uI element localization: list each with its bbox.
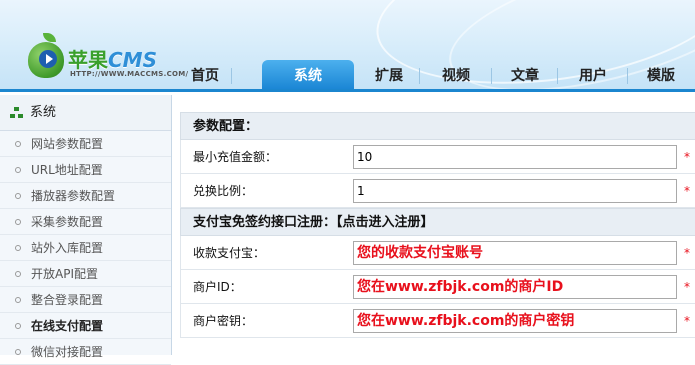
tab-user[interactable]: 用户 <box>558 60 628 89</box>
required-mark: * <box>684 280 690 294</box>
sidebar-item-label: 开放API配置 <box>31 267 98 281</box>
bullet-icon <box>15 167 21 173</box>
bullet-icon <box>15 193 21 199</box>
form-row-alipay-account: 收款支付宝： 您的收款支付宝账号 * <box>180 236 695 270</box>
sidebar-item-label: 播放器参数配置 <box>31 189 116 203</box>
required-mark: * <box>684 150 690 164</box>
sidebar-item-api[interactable]: 开放API配置 <box>0 261 171 287</box>
sidebar-item-label: 采集参数配置 <box>31 215 104 229</box>
merchant-id-input[interactable]: 您在www.zfbjk.com的商户ID <box>353 275 677 299</box>
bullet-icon <box>15 271 21 277</box>
section-title-params: 参数配置： <box>180 112 695 140</box>
form-row-exchange-ratio: 兑换比例： 1 * <box>180 174 695 208</box>
tab-extensions[interactable]: 扩展 <box>358 60 420 89</box>
merchant-key-input[interactable]: 您在www.zfbjk.com的商户密钥 <box>353 309 677 333</box>
bullet-icon <box>15 245 21 251</box>
min-recharge-input[interactable]: 10 <box>353 145 677 169</box>
form-row-min-recharge: 最小充值金额： 10 * <box>180 140 695 174</box>
logo-title: 苹果CMS <box>68 44 157 73</box>
logo[interactable]: 苹果CMS HTTP://WWW.MACCMS.COM/ <box>28 33 188 84</box>
bullet-icon <box>15 323 21 329</box>
form-row-merchant-id: 商户ID： 您在www.zfbjk.com的商户ID * <box>180 270 695 304</box>
tree-icon <box>10 107 24 119</box>
logo-text: 苹果 <box>68 48 108 72</box>
sidebar-item-label: 站外入库配置 <box>31 241 104 255</box>
sidebar-item-wechat[interactable]: 微信对接配置 <box>0 339 171 365</box>
header: 苹果CMS HTTP://WWW.MACCMS.COM/ 首页 系统 扩展 视频… <box>0 0 695 92</box>
sidebar-item-player[interactable]: 播放器参数配置 <box>0 183 171 209</box>
sidebar-header: 系统 <box>0 95 171 131</box>
bullet-icon <box>15 219 21 225</box>
required-mark: * <box>684 184 690 198</box>
required-mark: * <box>684 246 690 260</box>
sidebar-item-label: 网站参数配置 <box>31 137 104 151</box>
field-label: 收款支付宝： <box>193 246 266 260</box>
bullet-icon <box>15 141 21 147</box>
sidebar-item-label: 整合登录配置 <box>31 293 104 307</box>
field-label: 最小充值金额： <box>193 150 278 164</box>
sidebar-item-import[interactable]: 站外入库配置 <box>0 235 171 261</box>
logo-url: HTTP://WWW.MACCMS.COM/ <box>70 70 189 78</box>
main-content: 参数配置： 最小充值金额： 10 * 兑换比例： 1 * 支付宝免签约接口注册：… <box>180 112 695 338</box>
section-title-alipay[interactable]: 支付宝免签约接口注册：【点击进入注册】 <box>180 208 695 236</box>
tab-system[interactable]: 系统 <box>262 60 354 89</box>
field-label: 兑换比例： <box>193 184 254 198</box>
logo-cms: CMS <box>108 48 157 72</box>
bullet-icon <box>15 349 21 355</box>
required-mark: * <box>684 314 690 328</box>
tab-article[interactable]: 文章 <box>492 60 558 89</box>
bullet-icon <box>15 297 21 303</box>
apple-logo-icon <box>28 33 64 78</box>
exchange-ratio-input[interactable]: 1 <box>353 179 677 203</box>
tab-template[interactable]: 模版 <box>628 60 694 89</box>
sidebar-item-login[interactable]: 整合登录配置 <box>0 287 171 313</box>
sidebar-item-payment[interactable]: 在线支付配置 <box>0 313 171 339</box>
tab-home[interactable]: 首页 <box>178 60 232 89</box>
sidebar: 系统 网站参数配置 URL地址配置 播放器参数配置 采集参数配置 站外入库配置 … <box>0 95 172 365</box>
field-label: 商户ID： <box>193 280 242 294</box>
field-label: 商户密钥： <box>193 314 254 328</box>
form-row-merchant-key: 商户密钥： 您在www.zfbjk.com的商户密钥 * <box>180 304 695 338</box>
sidebar-item-site-params[interactable]: 网站参数配置 <box>0 131 171 157</box>
sidebar-item-label: 微信对接配置 <box>31 345 104 359</box>
tab-video[interactable]: 视频 <box>420 60 492 89</box>
alipay-account-input[interactable]: 您的收款支付宝账号 <box>353 241 677 265</box>
sidebar-title: 系统 <box>30 105 57 120</box>
sidebar-item-label: 在线支付配置 <box>31 319 104 333</box>
sidebar-item-url[interactable]: URL地址配置 <box>0 157 171 183</box>
sidebar-item-label: URL地址配置 <box>31 163 103 177</box>
sidebar-item-collect[interactable]: 采集参数配置 <box>0 209 171 235</box>
